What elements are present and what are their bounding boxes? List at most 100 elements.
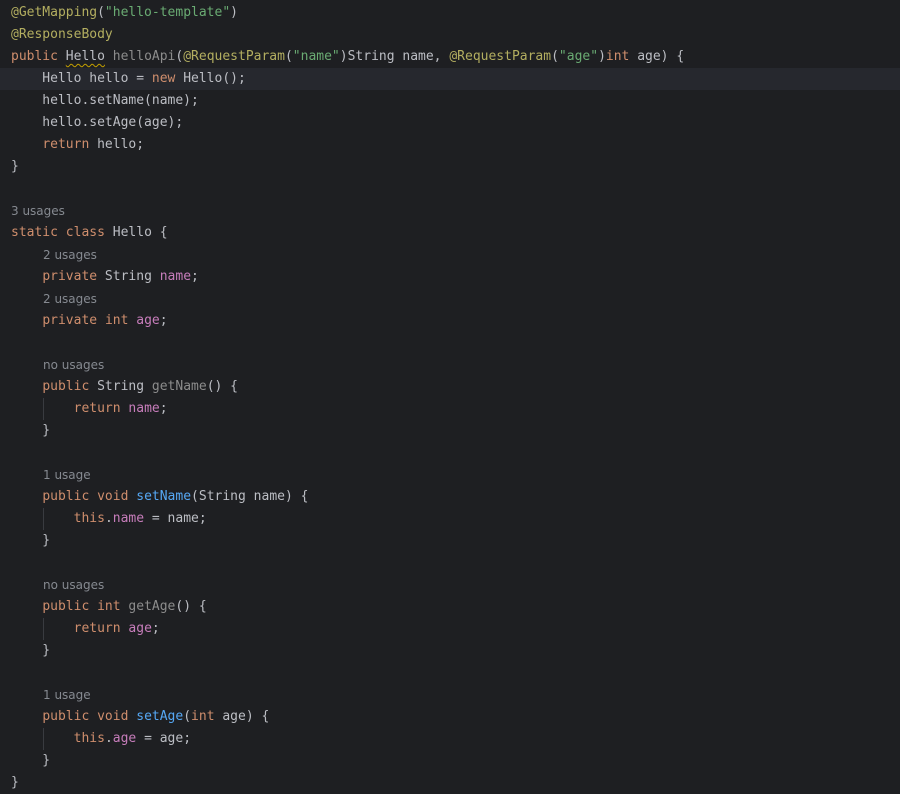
code-token: this xyxy=(73,511,105,526)
usages-hint[interactable]: 1 usage xyxy=(43,684,91,706)
code-token: Hello xyxy=(65,49,105,64)
indent-guide xyxy=(43,398,44,420)
code-token: (String name) { xyxy=(191,489,309,504)
code-line[interactable]: return hello; xyxy=(0,134,900,156)
code-line[interactable]: @GetMapping("hello-template") xyxy=(0,2,900,24)
code-token: void xyxy=(97,489,129,504)
code-line[interactable]: } xyxy=(0,156,900,178)
code-token: static xyxy=(11,225,58,240)
code-token: private xyxy=(42,269,98,284)
code-token: helloApi xyxy=(112,49,176,64)
code-token: ( xyxy=(284,49,293,64)
code-token: ( xyxy=(97,5,105,20)
code-line[interactable] xyxy=(0,662,900,684)
code-token: name xyxy=(112,511,145,526)
code-line[interactable]: hello.setName(name); xyxy=(0,90,900,112)
code-token: return xyxy=(42,137,90,152)
code-token: int xyxy=(191,709,215,724)
code-token: public xyxy=(42,379,90,394)
usages-hint[interactable]: 2 usages xyxy=(43,244,97,266)
code-line[interactable]: } xyxy=(0,420,900,442)
usages-hint[interactable]: 3 usages xyxy=(11,200,65,222)
code-token: } xyxy=(11,423,51,438)
usages-hint[interactable]: no usages xyxy=(43,574,104,596)
indent-guide xyxy=(43,508,44,530)
code-line[interactable]: public String getName() { xyxy=(0,376,900,398)
code-token: () { xyxy=(175,599,207,614)
code-token: getAge xyxy=(128,599,176,614)
code-line[interactable]: @ResponseBody xyxy=(0,24,900,46)
code-token: )String name, xyxy=(339,49,450,64)
code-editor[interactable]: @GetMapping("hello-template") @ResponseBo… xyxy=(0,0,900,790)
code-token: this xyxy=(73,731,105,746)
code-token: Hello hello = xyxy=(11,71,152,86)
code-token: new xyxy=(151,71,176,86)
code-token: = age; xyxy=(136,731,192,746)
indent-guide xyxy=(43,618,44,640)
usages-hint[interactable]: no usages xyxy=(43,354,104,376)
code-token: private xyxy=(42,313,98,328)
code-line[interactable] xyxy=(0,332,900,354)
code-token: @GetMapping xyxy=(11,5,98,20)
code-token: "age" xyxy=(558,49,599,64)
code-line[interactable]: static class Hello { xyxy=(0,222,900,244)
code-token: return xyxy=(73,401,121,416)
code-line[interactable] xyxy=(0,178,900,200)
usages-hint[interactable]: 1 usage xyxy=(43,464,91,486)
code-line[interactable]: public Hello helloApi(@RequestParam("nam… xyxy=(0,46,900,68)
code-token: ; xyxy=(159,401,168,416)
code-token: public xyxy=(42,599,90,614)
code-line[interactable]: hello.setAge(age); xyxy=(0,112,900,134)
code-token: ; xyxy=(191,269,199,284)
code-line[interactable] xyxy=(0,552,900,574)
code-token: String xyxy=(97,269,160,284)
code-line[interactable]: public int getAge() { xyxy=(0,596,900,618)
code-token: = name; xyxy=(144,511,207,526)
code-line-current[interactable]: Hello hello = new Hello(); xyxy=(0,68,900,90)
code-token: ; xyxy=(159,313,168,328)
code-line[interactable]: private String name; xyxy=(0,266,900,288)
code-token: age xyxy=(128,621,152,636)
code-token: public xyxy=(42,489,90,504)
code-line[interactable]: public void setAge(int age) { xyxy=(0,706,900,728)
code-token: } xyxy=(11,643,51,658)
code-line[interactable]: } xyxy=(0,530,900,552)
code-token: age xyxy=(136,313,160,328)
code-token: int xyxy=(104,313,129,328)
code-token: "hello-template" xyxy=(104,5,231,20)
code-token: hello; xyxy=(89,137,145,152)
usages-hint[interactable]: 2 usages xyxy=(43,288,97,310)
code-line[interactable]: this.name = name; xyxy=(0,508,900,530)
code-line[interactable]: } xyxy=(0,640,900,662)
indent-guide xyxy=(43,728,44,750)
code-line[interactable]: public void setName(String name) { xyxy=(0,486,900,508)
code-line[interactable]: this.age = age; xyxy=(0,728,900,750)
code-token: } xyxy=(11,533,51,548)
code-token: Hello { xyxy=(104,225,168,240)
code-token: } xyxy=(11,775,19,790)
code-line[interactable] xyxy=(0,442,900,464)
code-token: () { xyxy=(206,379,239,394)
code-line[interactable]: return name; xyxy=(0,398,900,420)
code-line[interactable]: } xyxy=(0,772,900,794)
code-line[interactable]: private int age; xyxy=(0,310,900,332)
code-token: ( xyxy=(183,709,192,724)
code-token: } xyxy=(11,753,51,768)
code-line[interactable]: return age; xyxy=(0,618,900,640)
code-line[interactable]: } xyxy=(0,750,900,772)
code-token: String xyxy=(89,379,152,394)
code-token: @RequestParam xyxy=(449,49,552,64)
code-token: getName xyxy=(151,379,207,394)
